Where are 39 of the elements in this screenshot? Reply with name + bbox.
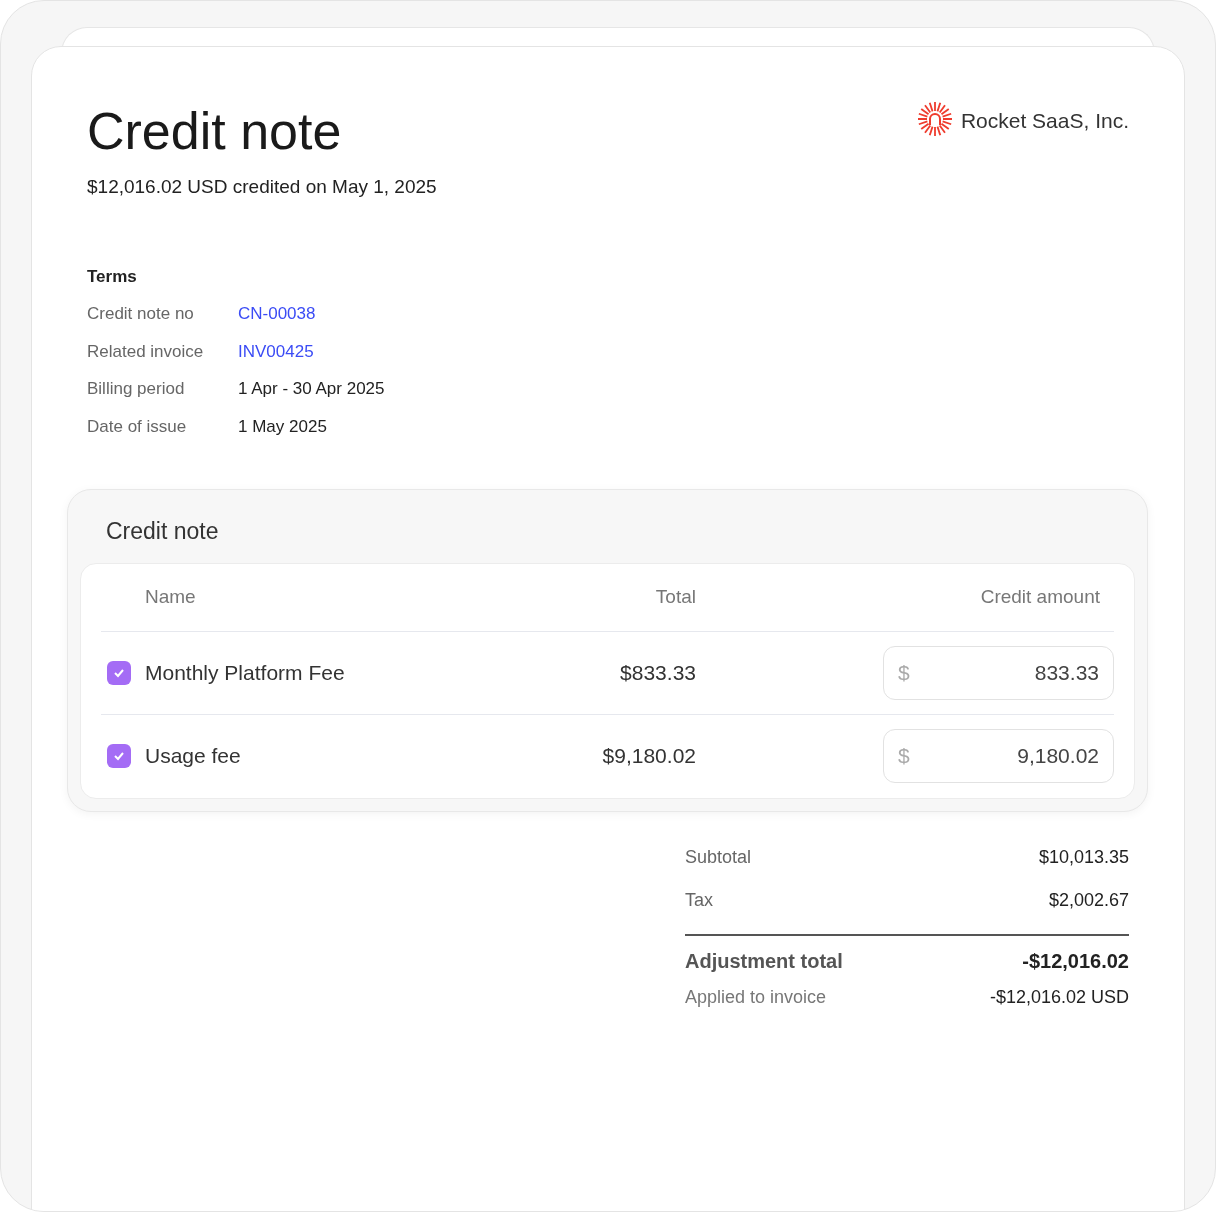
sunburst-logo-icon bbox=[916, 101, 953, 137]
term-label: Billing period bbox=[87, 378, 186, 400]
term-value: 1 May 2025 bbox=[238, 415, 327, 438]
currency-symbol: $ bbox=[898, 659, 910, 686]
item-name: Monthly Platform Fee bbox=[145, 659, 345, 686]
term-label: Date of issue bbox=[87, 415, 188, 438]
checkmark-icon bbox=[113, 667, 125, 678]
applied-value: -$12,016.02 USD bbox=[989, 985, 1129, 1009]
panel-title: Credit note bbox=[105, 517, 220, 546]
amount-value: 833.33 bbox=[1034, 659, 1099, 686]
column-header: Total bbox=[654, 584, 696, 609]
column-header: Credit amount bbox=[979, 584, 1101, 609]
term-label: Credit note no bbox=[87, 303, 195, 325]
term-label: Related invoice bbox=[87, 340, 205, 363]
term-link[interactable]: INV00425 bbox=[238, 338, 314, 364]
credit-amount-field[interactable]: $ 9,180.02 bbox=[883, 729, 1114, 783]
page-title: Credit note bbox=[87, 101, 343, 162]
summary-label: Tax bbox=[685, 888, 713, 912]
summary-label: Subtotal bbox=[685, 845, 752, 869]
amount-value: 9,180.02 bbox=[1017, 743, 1099, 770]
item-total: $9,180.02 bbox=[601, 743, 696, 770]
credit-amount-field[interactable]: $ 833.33 bbox=[883, 645, 1114, 700]
summary-value: $10,013.35 bbox=[1038, 845, 1129, 869]
total-value: -$12,016.02 bbox=[1022, 948, 1129, 974]
checkmark-icon bbox=[113, 751, 125, 761]
total-label: Adjustment total bbox=[685, 948, 843, 974]
credit-summary-text: $12,016.02 USD credited on May 1, 2025 bbox=[87, 175, 437, 199]
item-name: Usage fee bbox=[145, 743, 241, 770]
term-value: 1 Apr - 30 Apr 2025 bbox=[238, 378, 385, 400]
applied-label: Applied to invoice bbox=[685, 985, 827, 1009]
checkbox[interactable] bbox=[107, 744, 131, 768]
term-link[interactable]: CN-00038 bbox=[238, 301, 316, 327]
currency-symbol: $ bbox=[898, 743, 910, 770]
checkbox[interactable] bbox=[107, 660, 131, 685]
terms-heading: Terms bbox=[87, 265, 138, 288]
company-name: Rocket SaaS, Inc. bbox=[960, 108, 1129, 134]
summary-value: $2,002.67 bbox=[1048, 888, 1129, 912]
column-header: Name bbox=[144, 584, 197, 609]
item-total: $833.33 bbox=[619, 659, 696, 686]
